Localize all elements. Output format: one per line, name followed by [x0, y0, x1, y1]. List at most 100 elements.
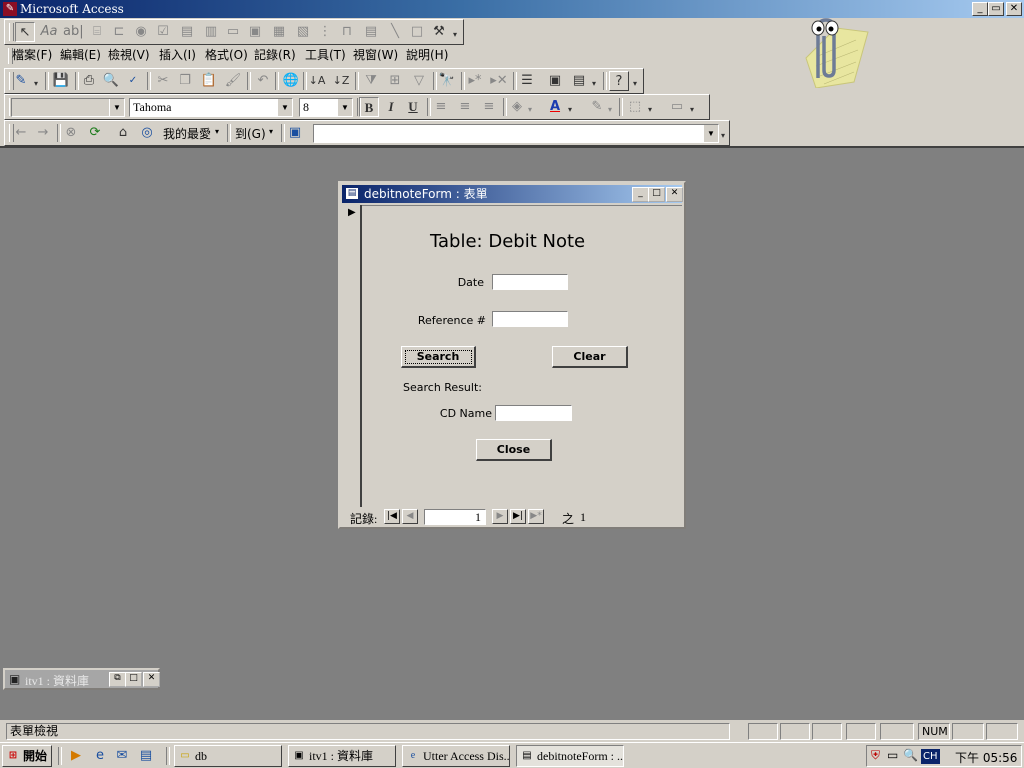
menu-help[interactable]: 說明(H): [406, 45, 448, 65]
toolbar-options-icon[interactable]: ▾: [629, 74, 641, 94]
search-web-icon[interactable]: ◎: [137, 123, 157, 143]
search-tray-icon[interactable]: 🔍: [903, 748, 918, 762]
database-window-minimized[interactable]: ▣ itv1 : 資料庫 ⧉ □ ✕: [3, 668, 160, 690]
form-window-icon[interactable]: ▤: [346, 188, 358, 199]
menu-format[interactable]: 格式(O): [205, 45, 248, 65]
goto-dropdown-icon[interactable]: ▾: [269, 127, 273, 136]
stop-icon[interactable]: ⊗: [61, 123, 81, 143]
fill-color-icon[interactable]: ◈: [507, 97, 527, 117]
save-icon[interactable]: 💾: [51, 71, 71, 91]
select-objects-icon[interactable]: ↖: [15, 22, 35, 42]
form-titlebar[interactable]: ▤ debitnoteForm : 表單 _ □ ✕: [342, 185, 683, 203]
antivirus-tray-icon[interactable]: ⛨: [871, 748, 880, 763]
current-record-field[interactable]: 1: [424, 509, 486, 525]
font-color-icon[interactable]: A: [545, 97, 565, 117]
show-only-web-toolbar-icon[interactable]: ▣: [285, 123, 305, 143]
align-center-icon[interactable]: ≡: [455, 97, 475, 117]
filter-by-form-icon[interactable]: ⊞: [385, 71, 405, 91]
access-app-icon[interactable]: ✎: [3, 2, 17, 16]
rectangle-tool-icon[interactable]: □: [407, 22, 427, 42]
unbound-object-icon[interactable]: ▦: [269, 22, 289, 42]
internet-explorer-icon[interactable]: e: [90, 746, 110, 766]
form-maximize-button[interactable]: □: [648, 187, 665, 202]
network-tray-icon[interactable]: ▭: [887, 748, 898, 762]
taskbar-button-form[interactable]: ▤ debitnoteForm : ...: [516, 745, 624, 767]
db-restore-button[interactable]: ⧉: [109, 672, 126, 687]
reference-field[interactable]: [492, 311, 568, 327]
db-maximize-button[interactable]: □: [125, 672, 142, 687]
tab-control-icon[interactable]: ⊓: [337, 22, 357, 42]
search-button[interactable]: Search: [401, 346, 476, 368]
toolbar-options-icon[interactable]: ▾: [717, 126, 729, 146]
properties-icon[interactable]: ☰: [517, 71, 537, 91]
delete-record-icon[interactable]: ▸✕: [489, 71, 509, 91]
date-field[interactable]: [492, 274, 568, 290]
language-indicator[interactable]: CH: [921, 749, 940, 764]
page-break-icon[interactable]: ⋮: [315, 22, 335, 42]
menu-edit[interactable]: 編輯(E): [60, 45, 101, 65]
font-combo-arrow-icon[interactable]: ▼: [277, 99, 292, 116]
restore-button[interactable]: ▭: [988, 2, 1004, 16]
close-form-button[interactable]: Close: [476, 439, 552, 461]
paste-icon[interactable]: 📋: [199, 71, 219, 91]
menu-window[interactable]: 視窗(W): [353, 45, 398, 65]
bound-object-icon[interactable]: ▧: [293, 22, 313, 42]
new-record-nav-icon[interactable]: ▶*: [528, 509, 544, 524]
line-tool-icon[interactable]: ╲: [385, 22, 405, 42]
border-width-icon[interactable]: ⬚: [625, 97, 645, 117]
outlook-express-icon[interactable]: ✉: [112, 746, 132, 766]
print-preview-icon[interactable]: 🔍: [101, 71, 121, 91]
italic-button[interactable]: I: [381, 97, 401, 117]
view-icon[interactable]: ✎: [11, 71, 31, 91]
option-group-icon[interactable]: ⌸: [87, 22, 107, 42]
undo-icon[interactable]: ↶: [253, 71, 273, 91]
insert-hyperlink-icon[interactable]: 🌐: [281, 71, 301, 91]
next-record-icon[interactable]: ▶: [492, 509, 508, 524]
line-color-dropdown-icon[interactable]: ▾: [605, 100, 615, 120]
align-right-icon[interactable]: ≡: [479, 97, 499, 117]
image-tool-icon[interactable]: ▣: [245, 22, 265, 42]
refresh-icon[interactable]: ⟳: [85, 123, 105, 143]
address-dropdown-arrow-icon[interactable]: ▼: [703, 125, 718, 142]
menu-view[interactable]: 檢視(V): [108, 45, 150, 65]
align-left-icon[interactable]: ≡: [431, 97, 451, 117]
close-button[interactable]: ✕: [1006, 2, 1022, 16]
cd-name-field[interactable]: [495, 405, 572, 421]
textbox-tool-icon[interactable]: ab|: [63, 22, 84, 42]
office-assistant-clippy[interactable]: [796, 8, 870, 89]
print-icon[interactable]: ⎙: [79, 71, 99, 91]
new-object-icon[interactable]: ▤: [569, 71, 589, 91]
command-button-tool-icon[interactable]: ▭: [223, 22, 243, 42]
back-icon[interactable]: ←: [11, 123, 31, 143]
menu-file[interactable]: 檔案(F): [12, 45, 52, 65]
font-color-dropdown-icon[interactable]: ▾: [565, 100, 575, 120]
goto-menu[interactable]: 到(G): [235, 125, 266, 142]
form-close-button[interactable]: ✕: [666, 187, 683, 202]
home-icon[interactable]: ⌂: [113, 123, 133, 143]
fill-color-dropdown-icon[interactable]: ▾: [525, 100, 535, 120]
special-effect-dropdown-icon[interactable]: ▾: [687, 100, 697, 120]
line-color-icon[interactable]: ✎: [587, 97, 607, 117]
favorites-dropdown-icon[interactable]: ▾: [215, 127, 219, 136]
combo-box-tool-icon[interactable]: ▤: [177, 22, 197, 42]
apply-filter-icon[interactable]: ▽: [409, 71, 429, 91]
spelling-icon[interactable]: ✓: [123, 71, 143, 91]
size-combo-arrow-icon[interactable]: ▼: [337, 99, 352, 116]
address-combo[interactable]: ▼: [313, 124, 719, 143]
list-box-tool-icon[interactable]: ▥: [201, 22, 221, 42]
first-record-icon[interactable]: |◀: [384, 509, 400, 524]
last-record-icon[interactable]: ▶|: [510, 509, 526, 524]
special-effect-icon[interactable]: ▭: [667, 97, 687, 117]
database-window-icon[interactable]: ▣: [545, 71, 565, 91]
start-button[interactable]: ⊞ 開始: [2, 745, 52, 767]
previous-record-icon[interactable]: ◀: [402, 509, 418, 524]
filter-by-selection-icon[interactable]: ⧩: [361, 71, 381, 91]
taskbar-button-db[interactable]: ▭ db: [174, 745, 282, 767]
show-desktop-icon[interactable]: ▤: [136, 746, 156, 766]
subform-icon[interactable]: ▤: [361, 22, 381, 42]
help-icon[interactable]: ?: [609, 71, 629, 91]
bold-button[interactable]: B: [359, 97, 379, 117]
taskbar-button-database[interactable]: ▣ itv1 : 資料庫: [288, 745, 396, 767]
copy-icon[interactable]: ❐: [175, 71, 195, 91]
object-combo[interactable]: ▼: [11, 98, 125, 117]
